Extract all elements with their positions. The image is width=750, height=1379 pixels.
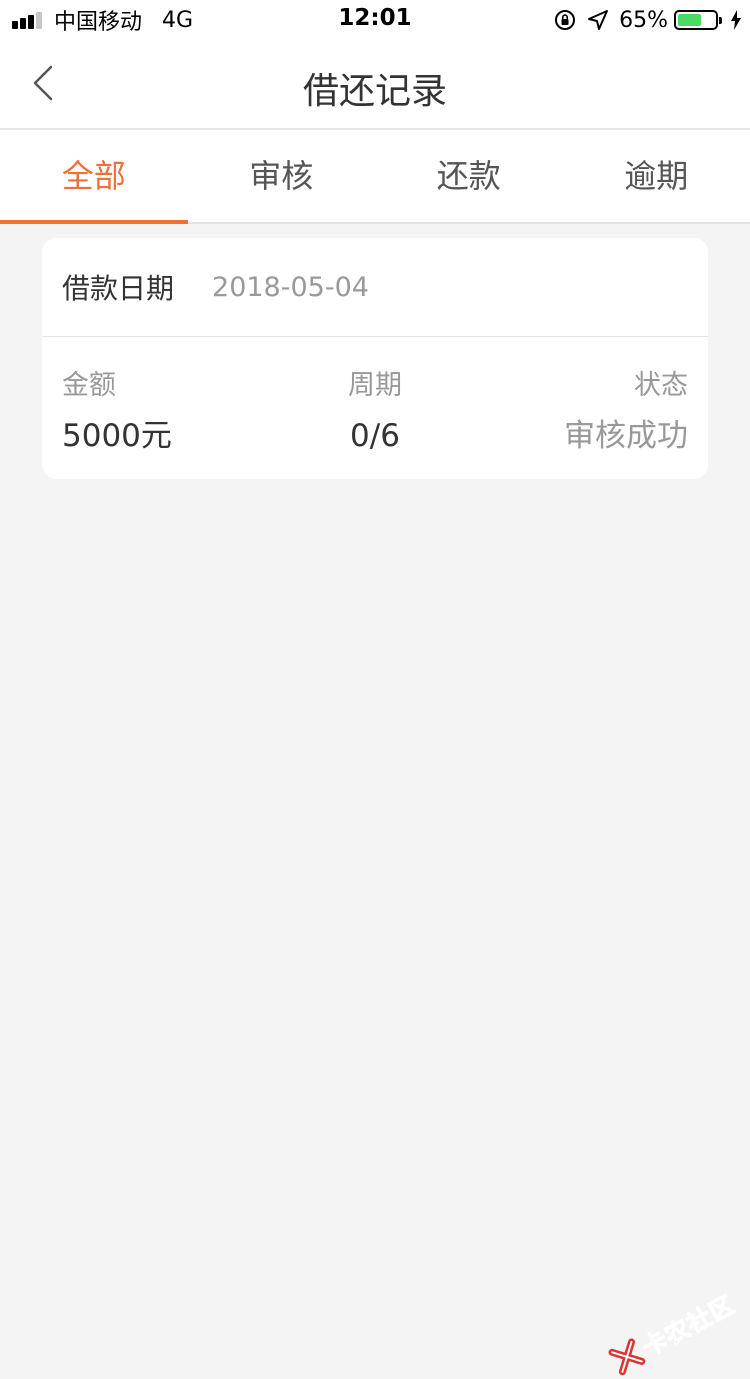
status-label: 状态 [564, 371, 688, 401]
status-value: 审核成功 [564, 419, 688, 453]
status-column: 状态 审核成功 [564, 371, 688, 453]
tab-all[interactable]: 全部 [0, 130, 188, 222]
location-icon [587, 9, 609, 31]
filter-tabs: 全部 审核 还款 逾期 [0, 130, 750, 224]
watermark-text: 卡农社区 [635, 1285, 740, 1363]
battery-percent: 65% [619, 8, 668, 33]
rotation-lock-icon [553, 8, 577, 32]
loan-date-value: 2018-05-04 [212, 272, 369, 303]
record-details: 金额 5000元 周期 0/6 状态 审核成功 [42, 337, 708, 479]
battery-fill [678, 14, 701, 26]
nav-bar: 借还记录 [0, 40, 750, 130]
loan-date-label: 借款日期 [62, 267, 174, 307]
record-date-row: 借款日期 2018-05-04 [42, 238, 708, 337]
status-bar: 中国移动 4G 12:01 65% [0, 0, 750, 40]
status-right: 65% [553, 6, 742, 34]
tab-overdue[interactable]: 逾期 [563, 130, 750, 222]
tab-review[interactable]: 审核 [188, 130, 376, 222]
tab-repayment[interactable]: 还款 [375, 130, 563, 222]
watermark: 卡农社区 [605, 1285, 740, 1379]
page-title: 借还记录 [0, 62, 750, 114]
battery-icon [674, 10, 718, 30]
charging-icon [730, 10, 742, 30]
loan-record-card[interactable]: 借款日期 2018-05-04 金额 5000元 周期 0/6 状态 审核成功 [42, 238, 708, 479]
